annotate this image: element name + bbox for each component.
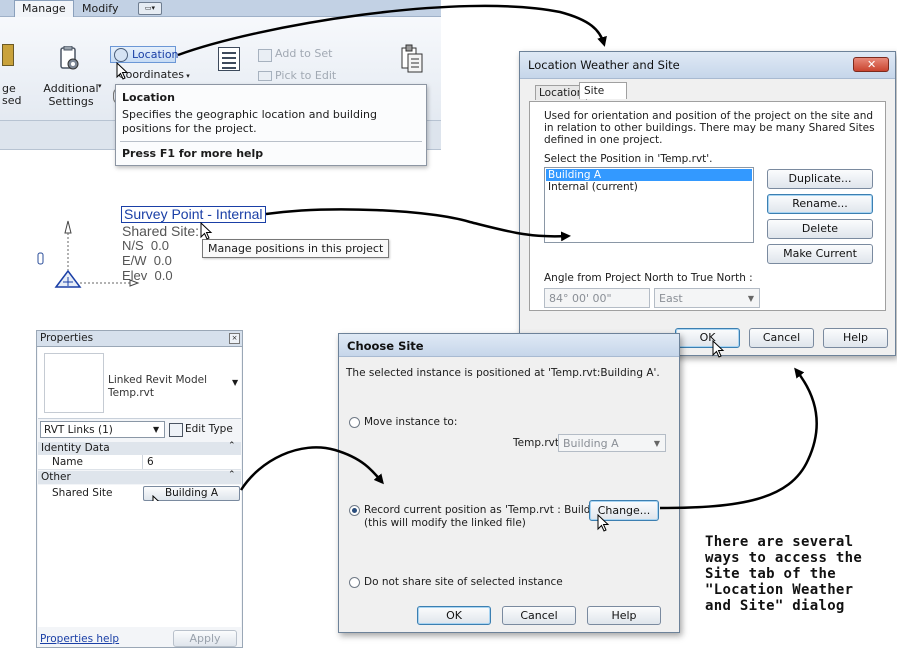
arrow-survey-to-dialog xyxy=(265,208,571,242)
annotation-line: There are several xyxy=(705,534,854,550)
arrow-location-to-dialog xyxy=(177,4,607,57)
arrow-properties-to-choose-site xyxy=(239,446,384,491)
annotation-note: There are several ways to access the Sit… xyxy=(705,534,895,614)
annotation-line: Site tab of the xyxy=(705,566,836,582)
annotation-line: and Site" dialog xyxy=(705,598,845,614)
tab-site[interactable]: Site xyxy=(579,82,627,99)
annotation-line: ways to access the xyxy=(705,550,863,566)
arrow-change-to-dialog xyxy=(659,367,818,510)
annotation-line: "Location Weather xyxy=(705,582,854,598)
